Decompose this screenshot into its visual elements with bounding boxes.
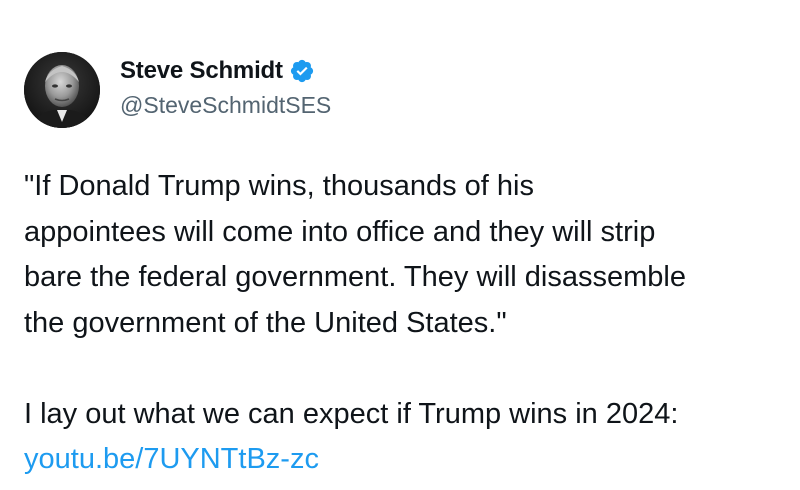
youtube-link[interactable]: youtu.be/7UYNTtBz-zc [24,443,319,475]
tweet-intro-line: I lay out what we can expect if Trump wi… [24,397,679,430]
tweet-body: "If Donald Trump wins, thousands of his … [24,164,784,483]
tweet-card: Steve Schmidt @SteveSchmidtSES "If Donal… [0,0,800,490]
verified-badge-icon [289,58,315,84]
tweet-quote-line: "If Donald Trump wins, thousands of his [24,170,534,202]
tweet-quote-line: the government of the United States." [24,306,507,339]
author-avatar[interactable] [24,52,100,128]
avatar-photo-icon [24,52,100,128]
author-name-row: Steve Schmidt [120,56,315,86]
author-display-name[interactable]: Steve Schmidt [120,57,283,85]
author-handle[interactable]: @SteveSchmidtSES [120,92,331,119]
tweet-quote-line: appointees will come into office and the… [24,215,656,248]
tweet-link-row: youtu.be/7UYNTtBz-zc [24,437,784,483]
tweet-quote-line: bare the federal government. They will d… [24,261,686,293]
